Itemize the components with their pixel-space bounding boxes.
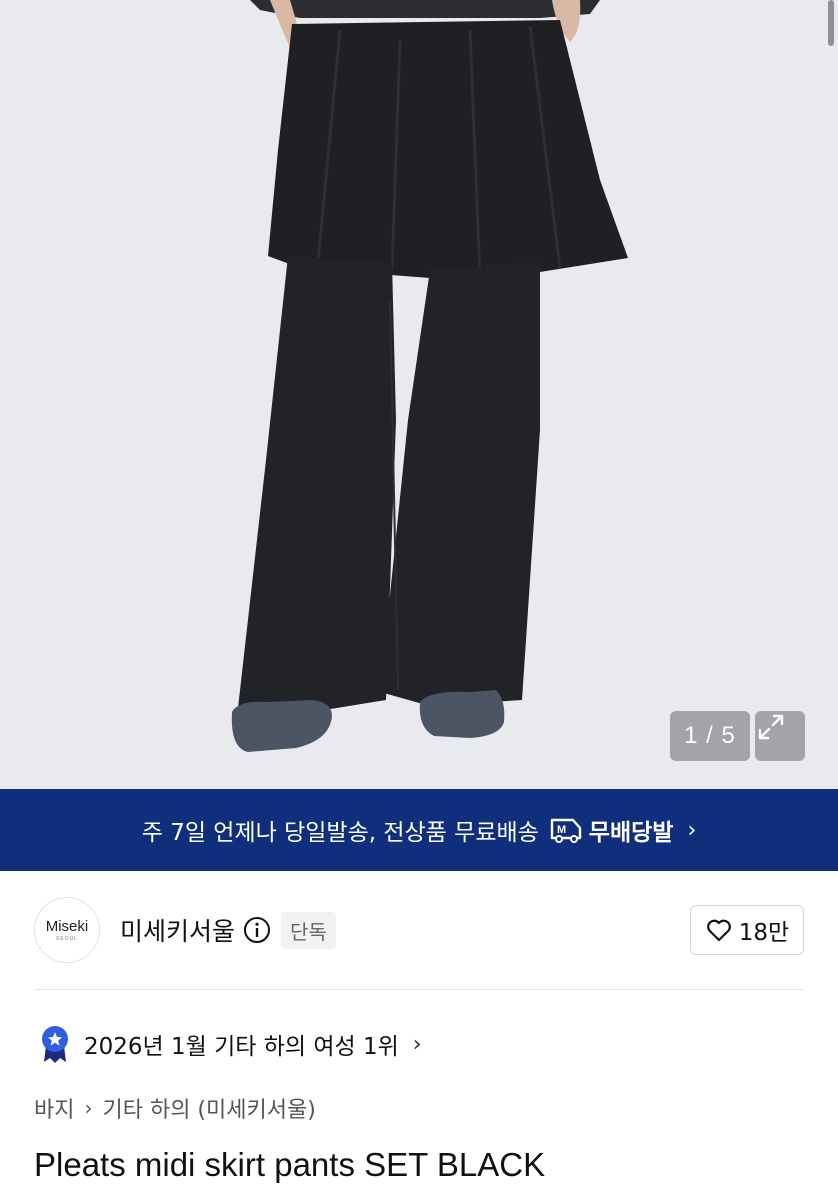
store-logo[interactable]: Miseki SEOUL <box>34 897 100 963</box>
breadcrumb-item-other-bottoms[interactable]: 기타 하의 (미세키서울) <box>102 1092 315 1124</box>
scrollbar[interactable] <box>828 0 834 46</box>
chevron-right-icon: › <box>412 1031 422 1057</box>
free-delivery-badge: M 무배당발 <box>549 813 674 847</box>
delivery-truck-m-icon: M <box>550 818 581 843</box>
expand-icon <box>758 714 784 740</box>
info-icon[interactable] <box>243 916 271 944</box>
breadcrumb: 바지 › 기타 하의 (미세키서울) <box>34 1090 316 1126</box>
expand-button[interactable] <box>755 711 805 761</box>
breadcrumb-separator: › <box>84 1096 93 1120</box>
store-name[interactable]: 미세키서울 <box>120 912 235 948</box>
heart-icon <box>706 919 731 942</box>
like-count: 18만 <box>738 920 790 946</box>
product-image-gallery[interactable]: 1 / 5 <box>0 0 838 789</box>
like-button[interactable]: 18만 <box>690 905 804 955</box>
product-title: Pleats midi skirt pants SET BLACK <box>34 1146 546 1183</box>
image-counter: 1 / 5 <box>670 711 750 761</box>
badge-label: 무배당발 <box>588 820 674 846</box>
ranking-row[interactable]: 2026년 1월 기타 하의 여성 1위 › <box>38 1022 422 1066</box>
svg-text:M: M <box>557 824 566 836</box>
banner-text: 주 7일 언제나 당일발송, 전상품 무료배송 <box>141 820 539 846</box>
medal-icon <box>42 1026 68 1063</box>
product-photo <box>0 0 838 789</box>
exclusive-badge: 단독 <box>281 911 336 949</box>
ranking-text: 2026년 1월 기타 하의 여성 1위 <box>84 1034 399 1060</box>
divider <box>34 989 804 990</box>
chevron-right-icon: › <box>687 817 697 843</box>
breadcrumb-item-pants[interactable]: 바지 <box>34 1092 74 1124</box>
store-row: Miseki SEOUL 미세키서울 단독 18만 <box>34 897 804 963</box>
delivery-banner[interactable]: 주 7일 언제나 당일발송, 전상품 무료배송 M 무배당발 › <box>0 789 838 871</box>
logo-subtext: SEOUL <box>56 936 78 942</box>
logo-text: Miseki <box>45 918 89 935</box>
